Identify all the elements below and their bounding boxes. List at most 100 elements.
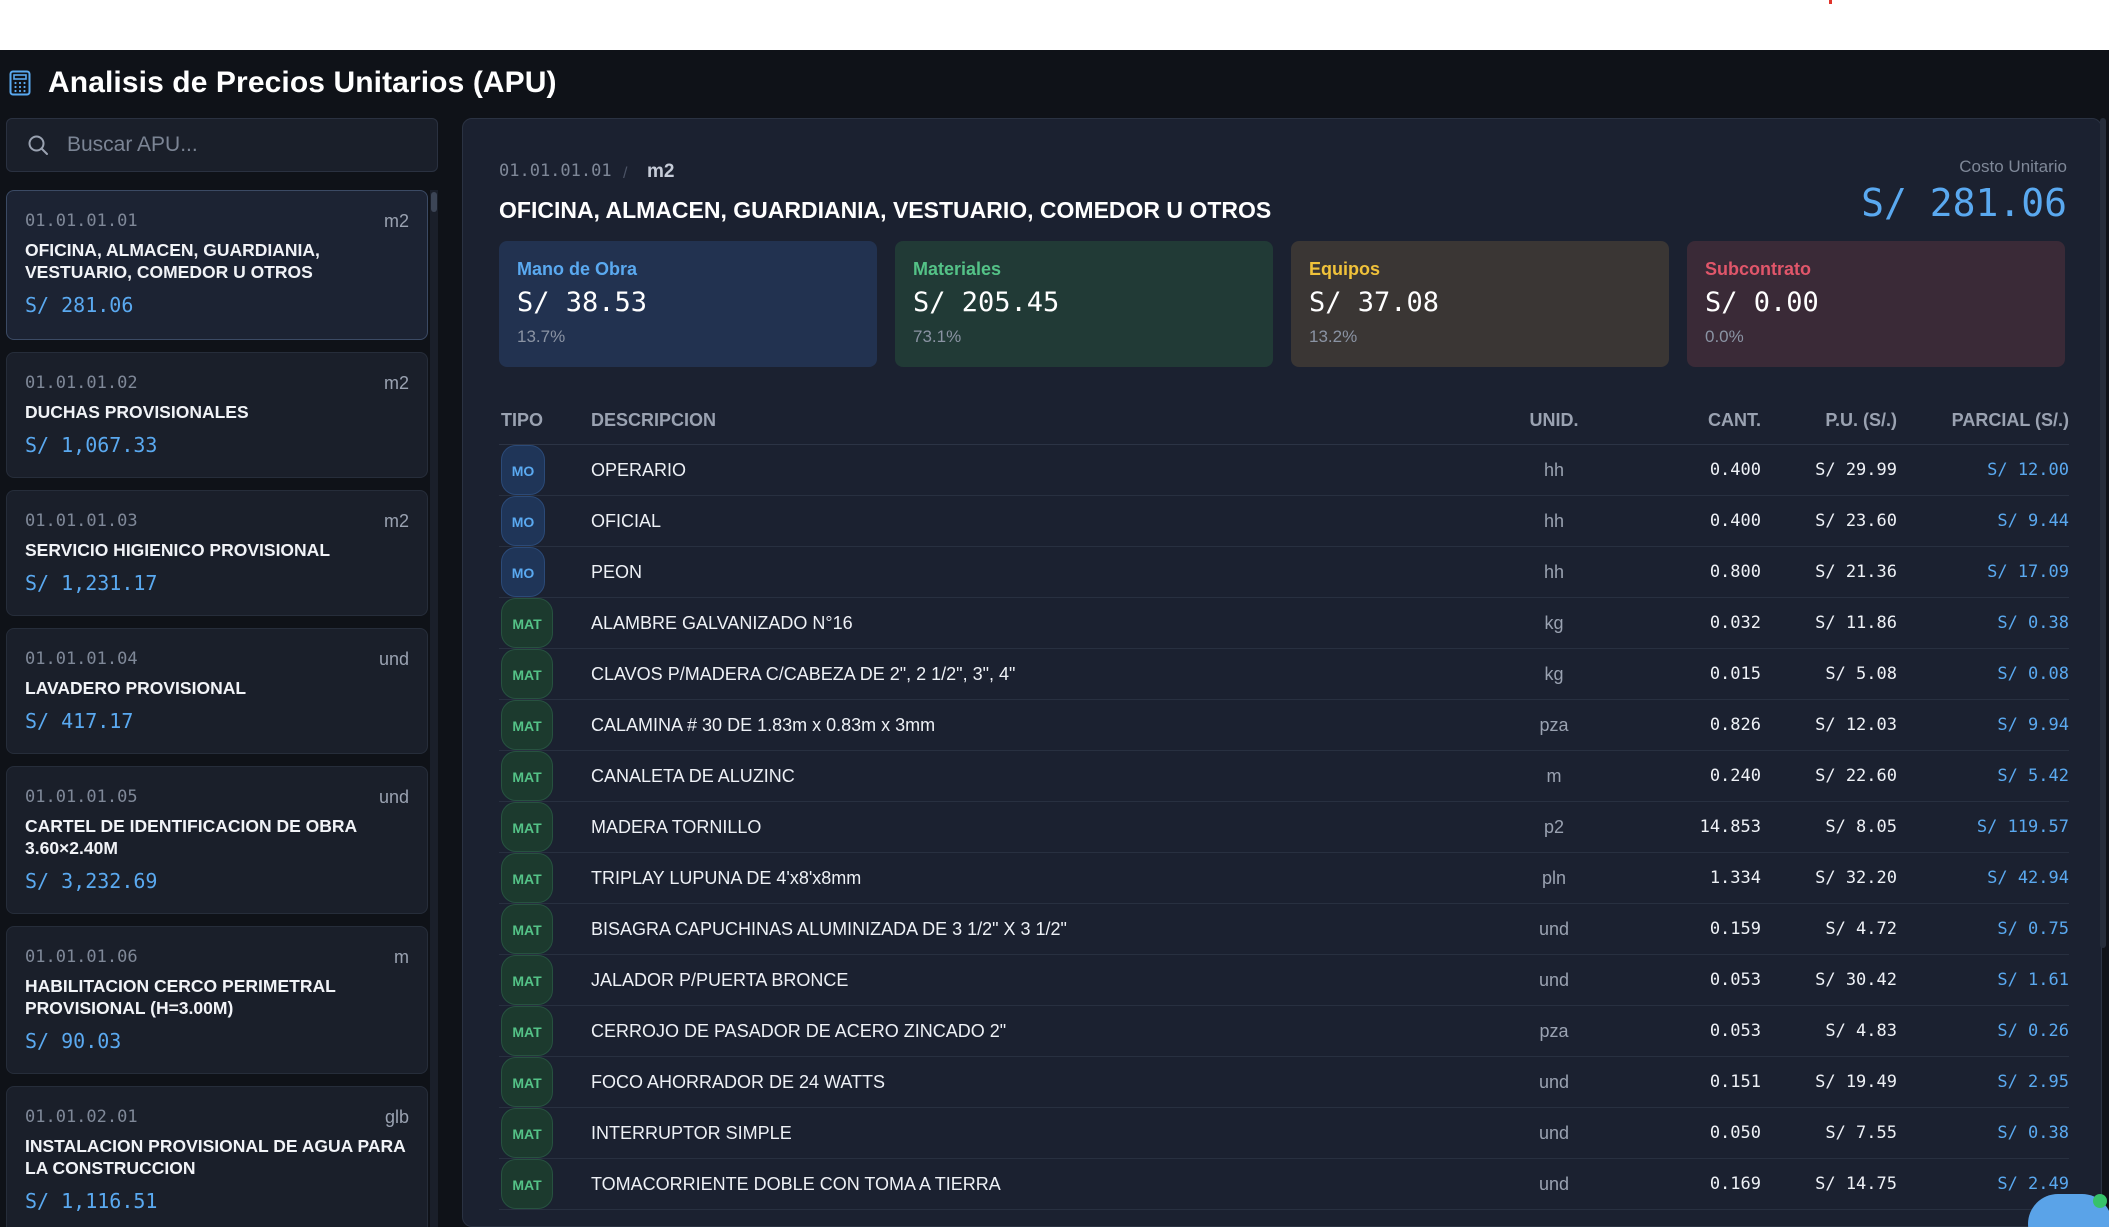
browser-top-strip: [0, 0, 2109, 50]
row-parcial: S/ 0.08: [1997, 664, 2069, 684]
row-unid: pza: [1539, 1021, 1569, 1041]
apu-item[interactable]: 01.01.02.01 glb INSTALACION PROVISIONAL …: [6, 1086, 428, 1227]
search-box[interactable]: [6, 118, 438, 172]
tipo-badge: MAT: [501, 700, 553, 750]
table-row[interactable]: MAT FOCO AHORRADOR DE 24 WATTS und 0.151 S/ …: [499, 1057, 2069, 1108]
row-cant: 0.400: [1709, 511, 1761, 531]
row-parcial: S/ 0.38: [1997, 613, 2069, 633]
table-row[interactable]: MAT JALADOR P/PUERTA BRONCE und 0.053 S/ 30.…: [499, 955, 2069, 1006]
table-row[interactable]: MAT TRIPLAY LUPUNA DE 4'x8'x8mm pln 1.334 S/…: [499, 853, 2069, 904]
search-input[interactable]: [67, 133, 407, 157]
summary-percent: 13.2%: [1309, 327, 1358, 346]
row-unid: pln: [1541, 868, 1567, 888]
summary-percent: 13.7%: [517, 327, 566, 346]
apu-price: S/ 281.06: [25, 293, 134, 317]
row-descripcion: FOCO AHORRADOR DE 24 WATTS: [591, 1072, 886, 1092]
row-parcial: S/ 9.44: [1997, 511, 2069, 531]
apu-item[interactable]: 01.01.01.06 m HABILITACION CERCO PERIMET…: [6, 926, 428, 1074]
row-unid: m: [1546, 766, 1562, 786]
apu-item[interactable]: 01.01.01.05 und CARTEL DE IDENTIFICACION…: [6, 766, 428, 914]
apu-name: SERVICIO HIGIENICO PROVISIONAL: [25, 540, 331, 560]
header-pu: P.U. (S/.): [1825, 410, 1897, 430]
row-pu: S/ 21.36: [1815, 562, 1897, 582]
table-row[interactable]: MO PEON hh 0.800 S/ 21.36 S/ 17.09: [499, 547, 2069, 598]
row-unid: kg: [1544, 664, 1564, 684]
table-row[interactable]: MO OPERARIO hh 0.400 S/ 29.99 S/ 12.00: [499, 445, 2069, 496]
row-parcial: S/ 0.38: [1997, 1123, 2069, 1143]
table-row[interactable]: MAT MADERA TORNILLO p2 14.853 S/ 8.05 S/ 119.…: [499, 802, 2069, 853]
apu-name: CARTEL DE IDENTIFICACION DE OBRA 3.60×2.…: [25, 816, 357, 858]
row-cant: 0.015: [1709, 664, 1761, 684]
summary-cards: Mano de Obra S/ 38.53 13.7% Materiales S…: [499, 241, 2069, 367]
table-row[interactable]: MAT BISAGRA CAPUCHINAS ALUMINIZADA DE 3 1…: [499, 904, 2069, 955]
tipo-badge: MO: [501, 445, 545, 495]
header-cant: CANT.: [1708, 410, 1761, 430]
apu-item[interactable]: 01.01.01.03 m2 SERVICIO HIGIENICO PROVIS…: [6, 490, 428, 616]
tipo-badge: MAT: [501, 1108, 553, 1158]
table-body: MO OPERARIO hh 0.400 S/ 29.99 S/ 12.00 MO OFICI…: [499, 445, 2069, 1210]
header-tipo: TIPO: [501, 410, 544, 430]
row-descripcion: CALAMINA # 30 DE 1.83m x 0.83m x 3mm: [591, 715, 936, 735]
row-unid: pza: [1539, 715, 1569, 735]
table-row[interactable]: MAT CLAVOS P/MADERA C/CABEZA DE 2", 2 1/2…: [499, 649, 2069, 700]
tipo-badge: MAT: [501, 955, 553, 1005]
table-row[interactable]: MAT INTERRUPTOR SIMPLE und 0.050 S/ 7.55 S/ 0…: [499, 1108, 2069, 1159]
row-unid: und: [1538, 1174, 1570, 1194]
row-pu: S/ 4.72: [1825, 919, 1897, 939]
summary-label: Materiales: [913, 259, 1002, 279]
summary-value: S/ 37.08: [1309, 287, 1440, 318]
detail-separator: /: [623, 165, 628, 182]
row-pu: S/ 30.42: [1815, 970, 1897, 990]
row-pu: S/ 4.83: [1825, 1021, 1897, 1041]
summary-value: S/ 38.53: [517, 287, 648, 318]
apu-code: 01.01.01.04: [25, 649, 138, 669]
table-row[interactable]: MAT ALAMBRE GALVANIZADO N°16 kg 0.032 S/ 11.…: [499, 598, 2069, 649]
summary-card-subcontrato: Subcontrato S/ 0.00 0.0%: [1687, 241, 2065, 367]
scrollbar-thumb[interactable]: [431, 192, 437, 212]
tipo-badge: MAT: [501, 1057, 553, 1107]
tipo-badge: MO: [501, 547, 545, 597]
sidebar-scrollbar[interactable]: [430, 190, 438, 1227]
table-row[interactable]: MO OFICIAL hh 0.400 S/ 23.60 S/ 9.44: [499, 496, 2069, 547]
apu-unit: m2: [383, 211, 409, 231]
apu-price: S/ 1,067.33: [25, 433, 158, 457]
row-cant: 0.400: [1709, 460, 1761, 480]
row-pu: S/ 8.05: [1825, 817, 1897, 837]
summary-card-equipos: Equipos S/ 37.08 13.2%: [1291, 241, 1669, 367]
row-cant: 0.826: [1709, 715, 1761, 735]
row-descripcion: ALAMBRE GALVANIZADO N°16: [591, 613, 853, 633]
table-row[interactable]: MAT TOMACORRIENTE DOBLE CON TOMA A TIERRA…: [499, 1159, 2069, 1210]
row-unid: und: [1538, 970, 1570, 990]
apu-item[interactable]: 01.01.01.01 m2 OFICINA, ALMACEN, GUARDIA…: [6, 190, 428, 340]
row-descripcion: OPERARIO: [591, 460, 687, 480]
row-cant: 0.151: [1709, 1072, 1761, 1092]
header-descripcion: DESCRIPCION: [591, 410, 717, 430]
unit-cost-value: S/ 281.06: [1861, 181, 2067, 225]
page-scrollbar[interactable]: [2100, 118, 2106, 948]
apu-unit: glb: [384, 1107, 409, 1127]
apu-code: 01.01.01.03: [25, 511, 138, 531]
table-row[interactable]: MAT CALAMINA # 30 DE 1.83m x 0.83m x 3mm p…: [499, 700, 2069, 751]
row-pu: S/ 29.99: [1815, 460, 1897, 480]
apu-unit: m: [394, 947, 409, 967]
apu-unit: und: [378, 787, 409, 807]
row-pu: S/ 14.75: [1815, 1174, 1897, 1194]
apu-price: S/ 90.03: [25, 1029, 122, 1053]
apu-item[interactable]: 01.01.01.02 m2 DUCHAS PROVISIONALES S/ 1…: [6, 352, 428, 478]
row-pu: S/ 32.20: [1815, 868, 1897, 888]
apu-code: 01.01.01.02: [25, 373, 138, 393]
row-descripcion: INTERRUPTOR SIMPLE: [591, 1123, 792, 1143]
detail-title: OFICINA, ALMACEN, GUARDIANIA, VESTUARIO,…: [499, 197, 1272, 223]
table-header: TIPO DESCRIPCION UNID. CANT. P.U. (S/.) …: [499, 395, 2069, 445]
row-parcial: S/ 119.57: [1976, 817, 2069, 837]
page-title: Analisis de Precios Unitarios (APU): [48, 66, 557, 99]
row-descripcion: CANALETA DE ALUZINC: [591, 766, 795, 786]
table-row[interactable]: MAT CANALETA DE ALUZINC m 0.240 S/ 22.60 S/ 5…: [499, 751, 2069, 802]
detail-code: 01.01.01.01: [499, 161, 612, 181]
apu-name: LAVADERO PROVISIONAL: [25, 678, 247, 698]
unit-cost-label: Costo Unitario: [1959, 157, 2067, 176]
apu-item[interactable]: 01.01.01.04 und LAVADERO PROVISIONAL S/ …: [6, 628, 428, 754]
row-parcial: S/ 0.75: [1997, 919, 2069, 939]
apu-price: S/ 1,231.17: [25, 571, 158, 595]
table-row[interactable]: MAT CERROJO DE PASADOR DE ACERO ZINCADO 2…: [499, 1006, 2069, 1057]
